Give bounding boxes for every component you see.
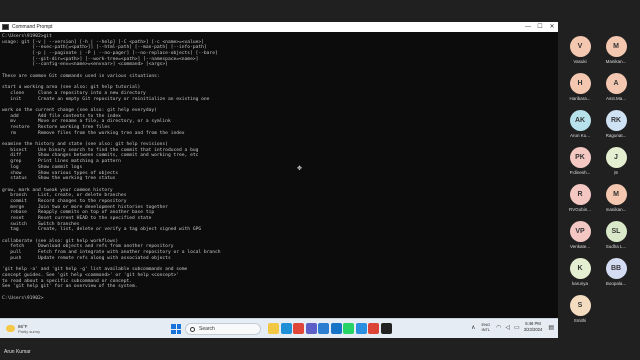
participant-tile[interactable]: Mmanikan... (598, 184, 634, 214)
participant-tile[interactable]: SL Sudha L... (598, 221, 634, 251)
clock-date: 3/23/2024 (523, 327, 543, 332)
avatar: SL (605, 221, 627, 242)
participant-tile[interactable]: V Vasuki (562, 36, 598, 66)
participant-tile[interactable]: PK P.dinesh... (562, 147, 598, 177)
participant-tile[interactable]: H Haribara... (562, 73, 598, 103)
avatar: R (569, 184, 591, 205)
participant-name: Arun Ku... (569, 133, 590, 138)
participant-tile[interactable]: M Manikan... (598, 36, 634, 66)
close-button[interactable]: ✕ (546, 22, 558, 32)
avatar: M (605, 184, 627, 205)
minimize-button[interactable]: — (522, 22, 534, 32)
shared-desktop: Command Prompt — ☐ ✕ C:\Users\91902>git u… (0, 22, 558, 338)
keyboard-layout: INTL (481, 327, 491, 332)
avatar: V (569, 36, 591, 57)
participant-tile[interactable]: RK Ragunat... (598, 110, 634, 140)
participant-tile[interactable]: A Asst.Ma... (598, 73, 634, 103)
battery-icon[interactable]: ▭ (514, 324, 520, 331)
mail-icon[interactable] (330, 323, 342, 334)
avatar: M (605, 36, 627, 57)
teams-icon[interactable] (305, 323, 317, 334)
partly-sunny-icon (6, 325, 15, 332)
participant-name: Asst.Ma... (605, 96, 626, 101)
participant-name: Haribara... (569, 96, 591, 101)
participant-name: Boopala... (605, 281, 627, 286)
terminal-line: C:\Users\91902> (2, 295, 44, 301)
notification-icon[interactable]: ▤ (548, 324, 554, 331)
volume-icon[interactable]: ◁ (505, 324, 510, 331)
avatar: H (569, 73, 591, 94)
participant-tile[interactable]: VP Venkate... (562, 221, 598, 251)
taskbar-search[interactable]: Search (185, 323, 261, 335)
participant-name: Sudha L... (605, 244, 627, 249)
participant-name: karunya (571, 281, 588, 286)
file-explorer-icon[interactable] (268, 323, 279, 334)
avatar: VP (569, 221, 591, 242)
store-icon[interactable] (318, 323, 329, 334)
participant-name: Vasuki (573, 59, 587, 64)
avatar: BB (605, 258, 627, 279)
avatar: S (569, 295, 591, 316)
avatar: A (605, 73, 627, 94)
avatar: PK (569, 147, 591, 168)
search-label: Search (199, 326, 215, 332)
participant-tile[interactable]: R RVGobin... (562, 184, 598, 214)
participant-name: P.dinesh... (569, 170, 591, 175)
cmd-icon[interactable] (380, 323, 392, 334)
chrome2-icon[interactable] (368, 323, 379, 334)
avatar: RK (605, 110, 627, 131)
start-button[interactable] (171, 324, 181, 334)
participant-name: Manikan... (605, 59, 627, 64)
participant-name: RVGobin... (569, 207, 591, 212)
avatar: AK (569, 110, 591, 131)
search-icon (190, 326, 195, 332)
participant-tile[interactable]: BB Boopala... (598, 258, 634, 288)
avatar: K (569, 258, 591, 279)
window-title: Command Prompt (12, 24, 53, 30)
participants-panel: V Vasuki M Manikan... H Haribara... A Asst.Ma..… (560, 36, 640, 336)
chrome-icon[interactable] (293, 323, 304, 334)
vscode-icon[interactable] (355, 323, 367, 334)
taskbar: 86°F Partly sunny Search ∧ ENG INTL ◠ ◁ (0, 318, 558, 338)
command-prompt-window[interactable]: Command Prompt — ☐ ✕ C:\Users\91902>git u… (0, 22, 558, 336)
participant-tile[interactable]: S Smithi (562, 295, 598, 325)
terminal-output[interactable]: C:\Users\91902>git usage: git [-v | --ver… (0, 32, 558, 303)
window-controls: — ☐ ✕ (522, 22, 558, 32)
avatar: J (605, 147, 627, 168)
weather-widget[interactable]: 86°F Partly sunny (6, 324, 66, 334)
maximize-button[interactable]: ☐ (534, 22, 546, 32)
participant-name: manikan... (605, 207, 627, 212)
language-indicator[interactable]: ENG INTL (481, 322, 490, 332)
mouse-cursor-icon: ✥ (297, 166, 303, 172)
participant-name: Ragunat... (605, 133, 627, 138)
participant-tile[interactable]: Jjm (598, 147, 634, 177)
system-tray: ∧ ENG INTL ◠ ◁ ▭ 6:46 PM 3/23/2024 ▤ (471, 321, 554, 333)
chevron-up-icon[interactable]: ∧ (471, 324, 475, 331)
participant-tile[interactable]: AK Arun Ku... (562, 110, 598, 140)
participant-name: jm (613, 170, 619, 175)
participant-tile[interactable]: Kkarunya (562, 258, 598, 288)
participant-name: Venkate... (569, 244, 590, 249)
presenter-name: Arun Kumar (4, 349, 31, 355)
weather-condition: Partly sunny (18, 328, 41, 334)
edge-icon[interactable] (280, 323, 292, 334)
clock[interactable]: 6:46 PM 3/23/2024 (524, 321, 543, 333)
screen-share-view: Command Prompt — ☐ ✕ C:\Users\91902>git u… (0, 0, 640, 360)
terminal-icon (2, 24, 9, 30)
window-titlebar[interactable]: Command Prompt — ☐ ✕ (0, 22, 558, 32)
wifi-icon[interactable]: ◠ (496, 324, 501, 331)
participant-name: Smithi (573, 318, 587, 323)
whatsapp-icon[interactable] (343, 323, 354, 334)
